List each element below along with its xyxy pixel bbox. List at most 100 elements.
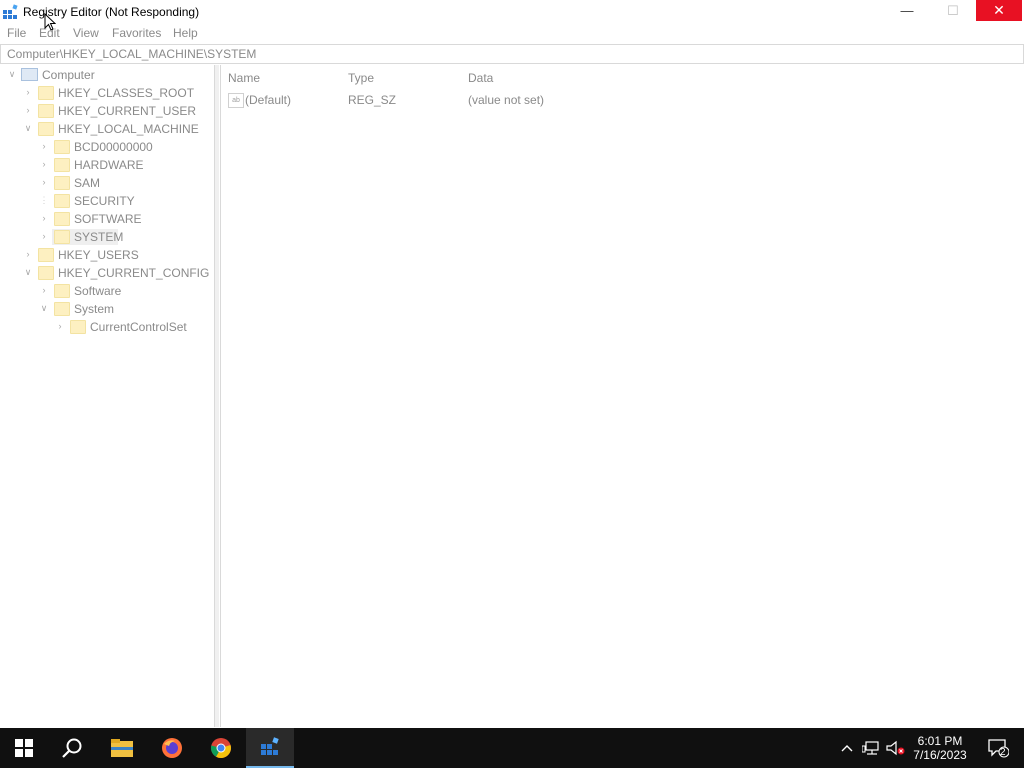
chevron-down-icon[interactable]: ∨ xyxy=(39,303,49,313)
address-bar[interactable]: Computer\HKEY_LOCAL_MACHINE\SYSTEM xyxy=(0,44,1024,64)
folder-icon xyxy=(54,140,70,154)
chevron-right-icon[interactable]: › xyxy=(39,285,49,295)
folder-icon xyxy=(54,158,70,172)
table-row[interactable]: ab (Default) REG_SZ (value not set) xyxy=(228,92,1018,110)
chevron-down-icon[interactable]: ∨ xyxy=(23,123,33,133)
chevron-right-icon[interactable]: › xyxy=(39,213,49,223)
network-button[interactable] xyxy=(860,728,882,768)
computer-icon xyxy=(21,68,38,81)
tree-item-label: HKEY_CURRENT_CONFIG xyxy=(58,266,210,280)
chevron-right-icon[interactable]: › xyxy=(39,177,49,187)
tree-item-config-system[interactable]: ∨ System xyxy=(0,300,214,318)
mouse-cursor-icon xyxy=(44,13,56,31)
key-tree-pane[interactable]: ∨ Computer › HKEY_CLASSES_ROOT › HKEY_CU… xyxy=(0,65,215,727)
chevron-right-icon[interactable]: › xyxy=(39,231,49,241)
menu-favorites[interactable]: Favorites xyxy=(112,26,161,40)
file-explorer-icon xyxy=(111,739,133,757)
chevron-right-icon[interactable]: › xyxy=(55,321,65,331)
folder-icon xyxy=(54,194,70,208)
network-icon xyxy=(862,741,879,755)
tree-item-label: HKEY_LOCAL_MACHINE xyxy=(58,122,199,136)
tree-item-hkey-users[interactable]: › HKEY_USERS xyxy=(0,246,214,264)
clock[interactable]: 6:01 PM 7/16/2023 xyxy=(908,728,972,768)
folder-icon xyxy=(70,320,86,334)
tree-item-config-software[interactable]: › Software xyxy=(0,282,214,300)
tree-item-label: Computer xyxy=(42,68,95,82)
value-type: REG_SZ xyxy=(348,93,397,107)
tree-item-label: HKEY_USERS xyxy=(58,248,139,262)
tree-item-hardware[interactable]: › HARDWARE xyxy=(0,156,214,174)
chevron-down-icon[interactable]: ∨ xyxy=(23,267,33,277)
taskbar: 6:01 PM 7/16/2023 2 xyxy=(0,728,1024,768)
tree-item-label: Software xyxy=(74,284,122,298)
tree-item-hkey-classes-root[interactable]: › HKEY_CLASSES_ROOT xyxy=(0,84,214,102)
chevron-down-icon[interactable]: ∨ xyxy=(7,69,17,79)
column-header-type[interactable]: Type xyxy=(348,71,374,85)
values-list-pane[interactable]: Name Type Data ab (Default) REG_SZ (valu… xyxy=(220,65,1023,727)
firefox-button[interactable] xyxy=(148,728,196,768)
tree-item-hkey-local-machine[interactable]: ∨ HKEY_LOCAL_MACHINE xyxy=(0,120,214,138)
chevron-right-icon[interactable]: › xyxy=(39,141,49,151)
folder-icon xyxy=(38,104,54,118)
firefox-icon xyxy=(162,738,182,758)
registry-editor-taskbar-button[interactable] xyxy=(246,728,294,768)
folder-icon xyxy=(54,176,70,190)
tree-item-hkey-current-config[interactable]: ∨ HKEY_CURRENT_CONFIG xyxy=(0,264,214,282)
tree-item-label: HARDWARE xyxy=(74,158,144,172)
tree-item-label: CurrentControlSet xyxy=(90,320,187,334)
tree-item-label: System xyxy=(74,302,115,316)
file-explorer-button[interactable] xyxy=(98,728,146,768)
folder-open-icon xyxy=(54,302,70,316)
tree-item-label: SOFTWARE xyxy=(74,212,142,226)
chevron-right-icon[interactable]: › xyxy=(23,249,33,259)
column-header-data[interactable]: Data xyxy=(468,71,493,85)
tree-item-currentcontrolset[interactable]: › CurrentControlSet xyxy=(0,318,214,336)
windows-logo-icon xyxy=(15,739,33,757)
chevron-right-icon[interactable]: › xyxy=(23,87,33,97)
action-center-button[interactable]: 2 xyxy=(976,728,1020,768)
tree-item-computer[interactable]: ∨ Computer xyxy=(0,66,214,84)
clock-time: 6:01 PM xyxy=(917,734,963,748)
folder-icon xyxy=(38,248,54,262)
tree-item-hkey-current-user[interactable]: › HKEY_CURRENT_USER xyxy=(0,102,214,120)
clock-date: 7/16/2023 xyxy=(913,748,967,762)
close-button[interactable]: ✕ xyxy=(976,0,1022,21)
menu-view[interactable]: View xyxy=(73,26,99,40)
tree-item-security[interactable]: ⋮ SECURITY xyxy=(0,192,214,210)
minimize-button[interactable]: — xyxy=(884,0,930,21)
tree-item-label: HKEY_CURRENT_USER xyxy=(58,104,197,118)
folder-icon xyxy=(54,230,70,244)
tree-item-label: BCD00000000 xyxy=(74,140,153,154)
pane-splitter[interactable] xyxy=(215,65,219,727)
menu-help[interactable]: Help xyxy=(173,26,198,40)
chrome-button[interactable] xyxy=(197,728,245,768)
chevron-right-icon[interactable]: › xyxy=(39,159,49,169)
notification-count-badge: 2 xyxy=(1000,747,1006,758)
show-hidden-icons-button[interactable] xyxy=(838,728,856,768)
tree-connector-icon: ⋮ xyxy=(39,195,49,205)
tree-item-label: SECURITY xyxy=(74,194,135,208)
search-icon xyxy=(62,738,82,758)
chevron-right-icon[interactable]: › xyxy=(23,105,33,115)
registry-editor-icon xyxy=(261,737,279,755)
menu-bar: File Edit View Favorites Help xyxy=(0,24,1024,42)
start-button[interactable] xyxy=(0,728,48,768)
folder-open-icon xyxy=(38,266,54,280)
maximize-button[interactable]: ☐ xyxy=(930,0,976,21)
column-header-name[interactable]: Name xyxy=(228,71,260,85)
tree-item-sam[interactable]: › SAM xyxy=(0,174,214,192)
folder-icon xyxy=(54,284,70,298)
folder-open-icon xyxy=(38,122,54,136)
chrome-icon xyxy=(210,738,231,759)
search-button[interactable] xyxy=(48,728,96,768)
tree-item-bcd00000000[interactable]: › BCD00000000 xyxy=(0,138,214,156)
menu-file[interactable]: File xyxy=(7,26,26,40)
registry-editor-app-icon xyxy=(3,4,18,19)
tree-item-software[interactable]: › SOFTWARE xyxy=(0,210,214,228)
tree-item-system-selected[interactable]: › SYSTEM xyxy=(0,228,214,246)
volume-button[interactable] xyxy=(884,728,908,768)
title-bar[interactable]: Registry Editor (Not Responding) — ☐ ✕ xyxy=(0,0,1024,24)
address-path[interactable]: Computer\HKEY_LOCAL_MACHINE\SYSTEM xyxy=(7,47,256,61)
folder-icon xyxy=(54,212,70,226)
folder-icon xyxy=(38,86,54,100)
